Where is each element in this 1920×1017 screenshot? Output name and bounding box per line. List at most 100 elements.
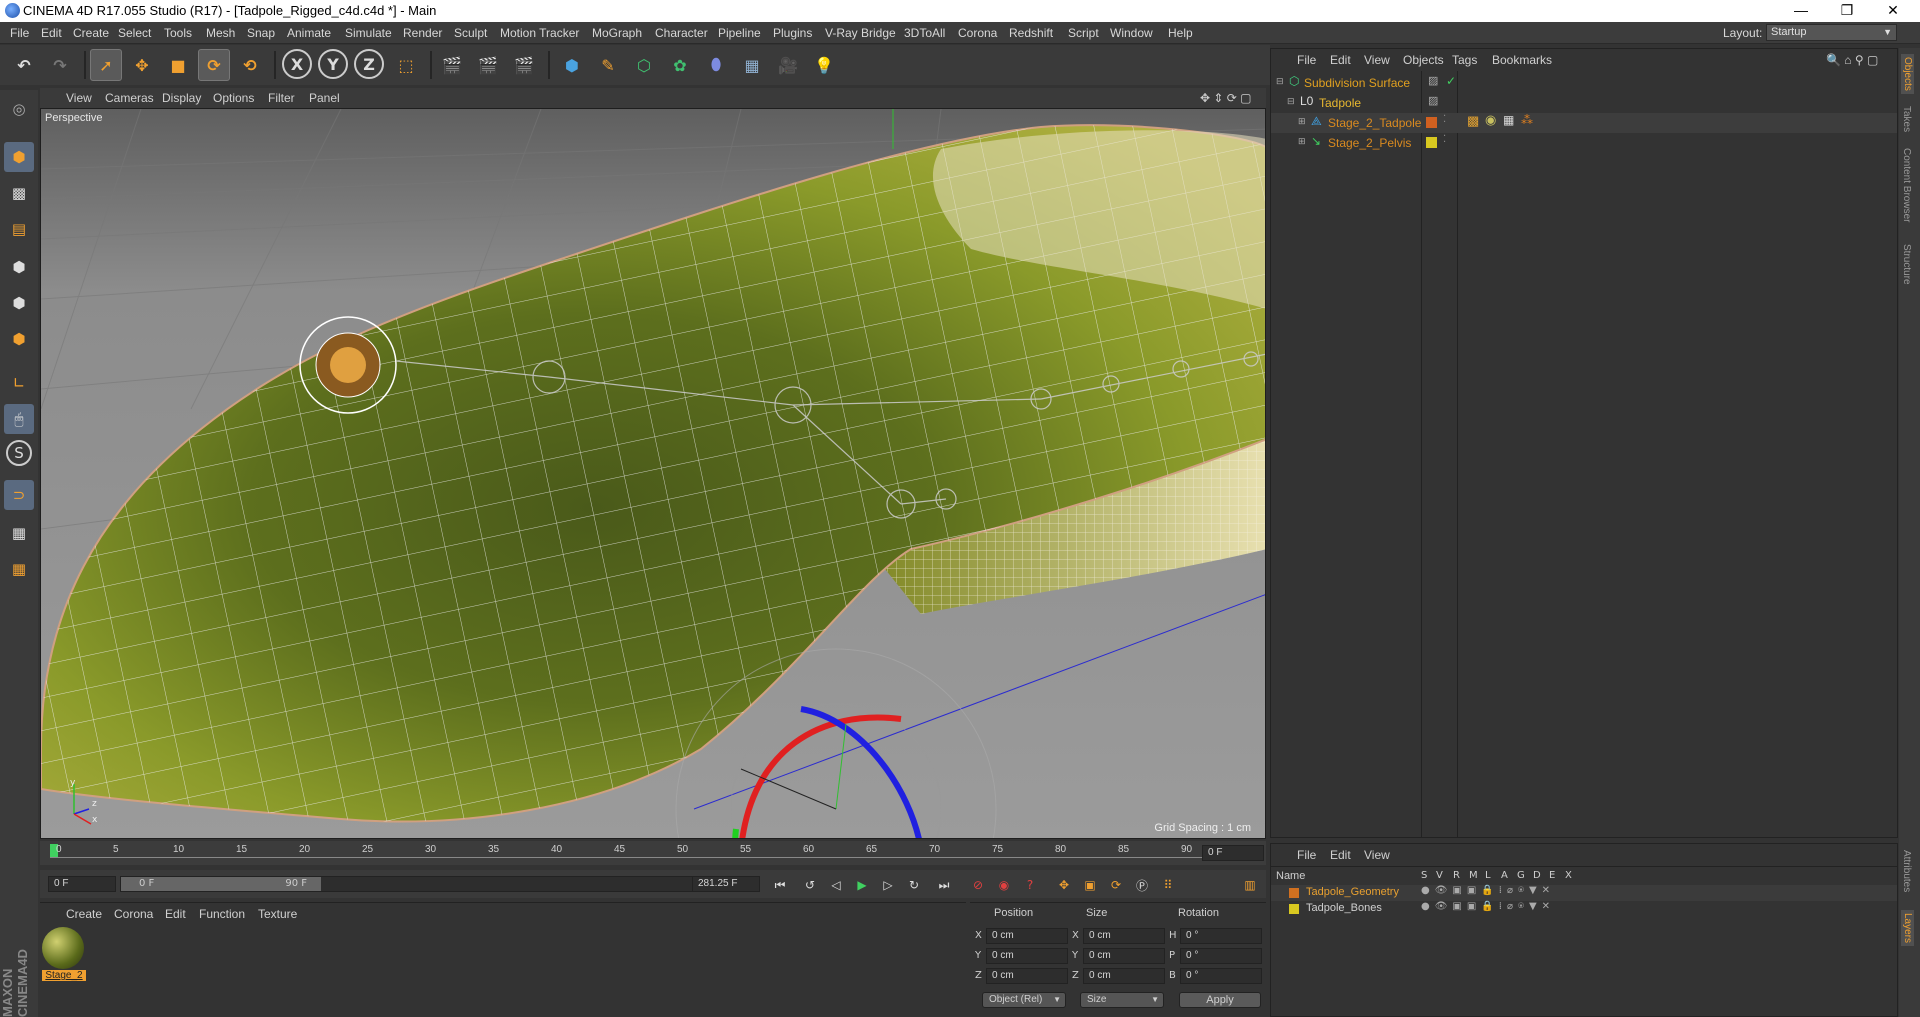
end-frame-field[interactable]: 281.25 F bbox=[692, 876, 760, 892]
layer-toggle-icons[interactable]: ●👁▣▣🔒⁞⌀⍟▼✕ bbox=[1421, 901, 1555, 912]
object-menu-bookmarks[interactable]: Bookmarks bbox=[1492, 53, 1552, 67]
object-menu-view[interactable]: View bbox=[1364, 53, 1390, 67]
menu-edit[interactable]: Edit bbox=[41, 26, 62, 40]
deformer-icon[interactable]: ⬮ bbox=[700, 49, 732, 81]
apply-button[interactable]: Apply bbox=[1179, 992, 1261, 1008]
range-slider-track[interactable]: 0 F 90 F bbox=[120, 876, 724, 892]
perspective-viewport[interactable]: y z x Perspective Grid Spacing : 1 cm bbox=[40, 108, 1266, 839]
undo-button[interactable]: ↶ bbox=[8, 49, 40, 81]
material-menu-texture[interactable]: Texture bbox=[258, 907, 297, 921]
material-menu-corona[interactable]: Corona bbox=[114, 907, 153, 921]
recent-tool-icon[interactable]: ⟲ bbox=[234, 49, 266, 81]
tab-structure[interactable]: Structure bbox=[1901, 244, 1912, 285]
next-key-icon[interactable]: ↻ bbox=[902, 874, 926, 896]
menu-animate[interactable]: Animate bbox=[287, 26, 331, 40]
object-row-stage-2-tadpole[interactable]: ⊞ ⟁ Stage_2_Tadpole ⁚ ▩ ◉ ▦ ⁂ bbox=[1271, 112, 1897, 133]
menu-corona[interactable]: Corona bbox=[958, 26, 997, 40]
viewport-menu-panel[interactable]: Panel bbox=[309, 91, 340, 105]
cloner-icon[interactable]: ✿ bbox=[664, 49, 696, 81]
object-row-stage-2-pelvis[interactable]: ⊞ ↘ Stage_2_Pelvis ⁚ bbox=[1271, 133, 1897, 153]
expand-icon[interactable]: ⊞ bbox=[1298, 116, 1306, 127]
range-slider-handle[interactable]: 0 F 90 F bbox=[121, 877, 321, 891]
scale-tool-icon[interactable]: ■ bbox=[162, 49, 194, 81]
layout-select[interactable]: Startup ▼ bbox=[1766, 24, 1897, 41]
record-parameter-icon[interactable]: Ⓟ bbox=[1130, 874, 1154, 896]
layer-color-swatch[interactable] bbox=[1289, 904, 1299, 914]
object-menu-objects[interactable]: Objects bbox=[1403, 53, 1444, 67]
visibility-dots-icon[interactable]: ⁚ bbox=[1443, 114, 1446, 125]
menu-simulate[interactable]: Simulate bbox=[345, 26, 392, 40]
start-frame-field[interactable]: 0 F bbox=[48, 876, 116, 892]
snap-icon[interactable]: S bbox=[6, 440, 32, 466]
weight-tag-icon[interactable]: ⁂ bbox=[1521, 113, 1533, 127]
tab-content-browser[interactable]: Content Browser bbox=[1901, 148, 1912, 222]
record-point-level-icon[interactable]: ⠿ bbox=[1156, 874, 1180, 896]
x-axis-lock-button[interactable]: X bbox=[282, 49, 312, 79]
menu-select[interactable]: Select bbox=[118, 26, 151, 40]
visibility-editor-icon[interactable]: ▨ bbox=[1428, 94, 1438, 107]
menu-tools[interactable]: Tools bbox=[164, 26, 192, 40]
render-picture-viewer-icon[interactable]: 🎬 bbox=[472, 49, 504, 81]
record-position-icon[interactable]: ✥ bbox=[1052, 874, 1076, 896]
menu-render[interactable]: Render bbox=[403, 26, 442, 40]
menu-create[interactable]: Create bbox=[73, 26, 109, 40]
viewport-navigation-icons[interactable]: ✥ ⇕ ⟳ ▢ bbox=[1200, 91, 1252, 105]
y-axis-lock-button[interactable]: Y bbox=[318, 49, 348, 79]
collapse-icon[interactable]: ⊟ bbox=[1276, 76, 1284, 87]
layer-menu-file[interactable]: File bbox=[1297, 848, 1316, 862]
locked-workplane-icon[interactable]: ▦ bbox=[4, 554, 34, 584]
move-tool-icon[interactable]: ✥ bbox=[126, 49, 158, 81]
object-menu-edit[interactable]: Edit bbox=[1330, 53, 1351, 67]
subdivision-surface-icon[interactable]: ⬡ bbox=[628, 49, 660, 81]
size-y-field[interactable]: 0 cm bbox=[1083, 948, 1165, 964]
floor-icon[interactable]: ▦ bbox=[736, 49, 768, 81]
menu-vray-bridge[interactable]: V-Ray Bridge bbox=[825, 26, 896, 40]
object-menu-file[interactable]: File bbox=[1297, 53, 1316, 67]
menu-character[interactable]: Character bbox=[655, 26, 708, 40]
visibility-editor-icon[interactable]: ▨ bbox=[1428, 74, 1438, 87]
material-tag-icon[interactable]: ◉ bbox=[1485, 112, 1496, 128]
position-x-field[interactable]: 0 cm bbox=[986, 928, 1068, 944]
object-menu-tags[interactable]: Tags bbox=[1452, 53, 1477, 67]
magnet-icon[interactable]: ⊃ bbox=[4, 480, 34, 510]
rotation-p-field[interactable]: 0 ° bbox=[1180, 948, 1262, 964]
skin-tag-icon[interactable]: ▩ bbox=[1467, 113, 1479, 129]
uvw-tag-icon[interactable]: ▦ bbox=[1503, 113, 1514, 127]
menu-plugins[interactable]: Plugins bbox=[773, 26, 812, 40]
layer-color-swatch[interactable] bbox=[1289, 888, 1299, 898]
size-mode-select[interactable]: Size ▼ bbox=[1080, 992, 1164, 1008]
close-button[interactable]: ✕ bbox=[1870, 0, 1916, 22]
rotate-tool-icon[interactable]: ⟳ bbox=[198, 49, 230, 81]
coordinate-system-icon[interactable]: ⬚ bbox=[390, 49, 422, 81]
points-mode-icon[interactable]: ⬢ bbox=[4, 252, 34, 282]
layer-color-swatch[interactable] bbox=[1426, 137, 1437, 148]
current-frame-field[interactable]: 0 F bbox=[1202, 845, 1264, 861]
tab-layers[interactable]: Layers bbox=[1901, 910, 1914, 947]
tab-attributes[interactable]: Attributes bbox=[1901, 850, 1912, 892]
menu-sculpt[interactable]: Sculpt bbox=[454, 26, 487, 40]
menu-pipeline[interactable]: Pipeline bbox=[718, 26, 761, 40]
restore-button[interactable]: ❐ bbox=[1824, 0, 1870, 22]
render-settings-icon[interactable]: 🎬 bbox=[508, 49, 540, 81]
expand-icon[interactable]: ⊞ bbox=[1298, 136, 1306, 147]
previous-key-icon[interactable]: ↺ bbox=[798, 874, 822, 896]
object-row-tadpole[interactable]: ⊟ L0 Tadpole ▨ bbox=[1271, 93, 1897, 113]
material-swatch-stage-2[interactable]: Stage_2 bbox=[42, 927, 86, 981]
layer-toggle-icons[interactable]: ●👁▣▣🔒⁞⌀⍟▼✕ bbox=[1421, 885, 1555, 896]
record-rotation-icon[interactable]: ⟳ bbox=[1104, 874, 1128, 896]
go-to-end-icon[interactable]: ⏭ bbox=[932, 874, 956, 896]
size-z-field[interactable]: 0 cm bbox=[1083, 968, 1165, 984]
visibility-dots-icon[interactable]: ⁚ bbox=[1443, 134, 1446, 145]
object-manager-toolbar-icons[interactable]: 🔍 ⌂ ⚲ ▢ bbox=[1826, 53, 1878, 67]
camera-icon[interactable]: 🎥 bbox=[772, 49, 804, 81]
menu-redshift[interactable]: Redshift bbox=[1009, 26, 1053, 40]
material-menu-create[interactable]: Create bbox=[66, 907, 102, 921]
menu-script[interactable]: Script bbox=[1068, 26, 1099, 40]
workplane-icon[interactable]: ▤ bbox=[4, 214, 34, 244]
polygons-mode-icon[interactable]: ⬢ bbox=[4, 324, 34, 354]
menu-3dtoall[interactable]: 3DToAll bbox=[904, 26, 945, 40]
rotation-h-field[interactable]: 0 ° bbox=[1180, 928, 1262, 944]
play-icon[interactable]: ▶ bbox=[850, 874, 874, 896]
material-menu-function[interactable]: Function bbox=[199, 907, 245, 921]
position-z-field[interactable]: 0 cm bbox=[986, 968, 1068, 984]
